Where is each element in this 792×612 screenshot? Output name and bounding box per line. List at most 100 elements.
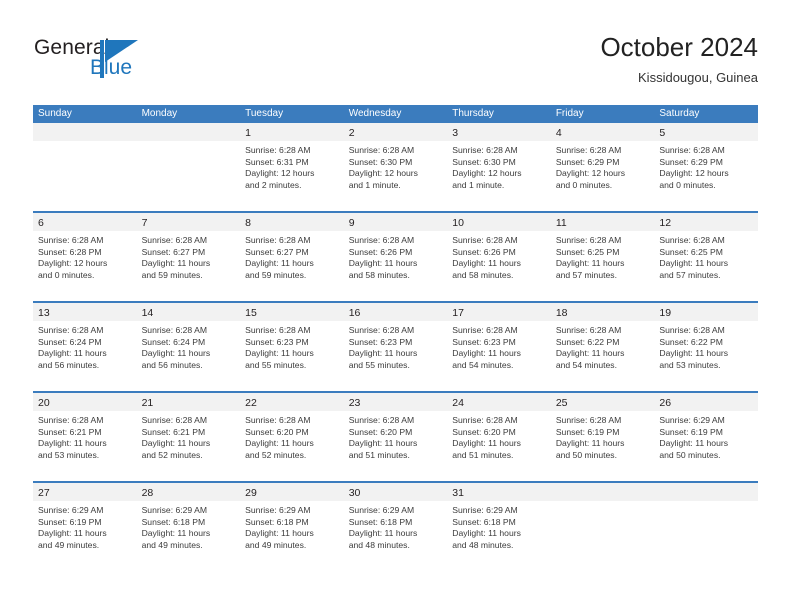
sunrise-text: Sunrise: 6:28 AM [452,415,518,425]
sunset-text: Sunset: 6:20 PM [348,426,413,437]
calendar-day-cell[interactable]: 3 Sunrise: 6:28 AM Sunset: 6:30 PM Daylight… [447,123,551,211]
daylight-text: Daylight: 12 hours [452,168,522,179]
day-number: 17 [452,307,464,319]
sunset-text: Sunset: 6:27 PM [141,246,206,257]
calendar-day-cell[interactable]: 23 Sunrise: 6:28 AM Sunset: 6:20 PM Dayligh… [343,393,448,481]
day-number-band: 30 [343,483,448,501]
calendar-day-cell[interactable]: 9 Sunrise: 6:28 AM Sunset: 6:26 PM Daylight… [343,213,448,301]
daylight-text-cont: and 53 minutes. [659,359,721,370]
sunset-text: Sunset: 6:30 PM [452,156,516,167]
daylight-text-cont: and 57 minutes. [659,269,721,280]
calendar-day-cell[interactable]: 22 Sunrise: 6:28 AM Sunset: 6:20 PM Dayligh… [240,393,344,481]
daylight-text: Daylight: 11 hours [245,528,314,539]
sunrise-text: Sunrise: 6:28 AM [38,415,104,425]
day-detail-body: Sunrise: 6:28 AM Sunset: 6:27 PM Daylight:… [137,231,241,281]
day-detail-body: Sunrise: 6:28 AM Sunset: 6:29 PM Daylight:… [551,141,655,191]
sunrise-text: Sunrise: 6:28 AM [245,145,311,155]
calendar-day-cell[interactable]: 30 Sunrise: 6:29 AM Sunset: 6:18 PM Dayligh… [343,483,448,571]
day-number-band: 27 [33,483,137,501]
day-number: 5 [659,127,666,139]
sunset-text: Sunset: 6:23 PM [348,336,413,347]
day-number-band: 14 [136,303,241,321]
calendar-day-cell[interactable]: 8 Sunrise: 6:28 AM Sunset: 6:27 PM Daylight… [240,213,344,301]
daylight-text: Daylight: 11 hours [555,438,625,449]
calendar-day-cell[interactable]: 26 Sunrise: 6:29 AM Sunset: 6:19 PM Dayligh… [654,393,758,481]
day-number: 19 [659,307,672,319]
calendar-day-cell[interactable]: 18 Sunrise: 6:28 AM Sunset: 6:22 PM Dayligh… [550,303,655,391]
calendar-day-cell[interactable]: 17 Sunrise: 6:28 AM Sunset: 6:23 PM Dayligh… [447,303,551,391]
day-detail-body: Sunrise: 6:28 AM Sunset: 6:25 PM Daylight:… [551,231,655,281]
calendar-day-cell[interactable]: 11 Sunrise: 6:28 AM Sunset: 6:25 PM Dayligh… [550,213,655,301]
sunset-text: Sunset: 6:30 PM [348,156,413,167]
calendar-day-cell[interactable]: 1 Sunrise: 6:28 AM Sunset: 6:31 PM Daylight… [240,123,344,211]
calendar-day-cell[interactable]: 25 Sunrise: 6:28 AM Sunset: 6:19 PM Dayligh… [550,393,655,481]
calendar-day-cell[interactable]: 14 Sunrise: 6:28 AM Sunset: 6:24 PM Dayligh… [136,303,241,391]
sunrise-text: Sunrise: 6:28 AM [452,325,518,335]
sunset-text: Sunset: 6:24 PM [141,336,206,347]
sunrise-text: Sunrise: 6:29 AM [659,415,725,425]
sunrise-text: Sunrise: 6:29 AM [141,505,208,515]
sunset-text: Sunset: 6:29 PM [555,156,620,167]
calendar-day-cell[interactable]: 2 Sunrise: 6:28 AM Sunset: 6:30 PM Daylight… [343,123,448,211]
calendar-day-cell[interactable]: 19 Sunrise: 6:28 AM Sunset: 6:22 PM Dayligh… [654,303,758,391]
calendar-day-cell[interactable]: 24 Sunrise: 6:28 AM Sunset: 6:20 PM Dayligh… [447,393,551,481]
calendar-day-cell[interactable]: 10 Sunrise: 6:28 AM Sunset: 6:26 PM Dayligh… [447,213,551,301]
calendar-day-cell[interactable]: 7 Sunrise: 6:28 AM Sunset: 6:27 PM Daylight… [136,213,241,301]
day-number-band: 24 [447,393,551,411]
sunrise-text: Sunrise: 6:29 AM [245,505,311,515]
calendar-day-cell[interactable]: 20 Sunrise: 6:28 AM Sunset: 6:21 PM Dayligh… [33,393,137,481]
calendar-day-cell[interactable]: 29 Sunrise: 6:29 AM Sunset: 6:18 PM Dayligh… [240,483,344,571]
calendar-day-cell[interactable]: 21 Sunrise: 6:28 AM Sunset: 6:21 PM Dayligh… [136,393,241,481]
calendar-week-row: 20 Sunrise: 6:28 AM Sunset: 6:21 PM Dayligh… [33,391,758,481]
day-number: 7 [141,217,148,229]
daylight-text: Daylight: 11 hours [245,438,314,449]
sunrise-text: Sunrise: 6:28 AM [659,325,725,335]
sunset-text: Sunset: 6:19 PM [38,516,102,527]
calendar-day-cell[interactable]: 15 Sunrise: 6:28 AM Sunset: 6:23 PM Dayligh… [240,303,344,391]
sunset-text: Sunset: 6:18 PM [348,516,413,527]
day-detail-body: Sunrise: 6:28 AM Sunset: 6:20 PM Daylight:… [344,411,448,461]
daylight-text-cont: and 58 minutes. [452,269,514,280]
day-detail-body: Sunrise: 6:28 AM Sunset: 6:21 PM Daylight:… [33,411,137,461]
calendar-day-cell[interactable]: 28 Sunrise: 6:29 AM Sunset: 6:18 PM Dayligh… [136,483,241,571]
sunset-text: Sunset: 6:23 PM [452,336,516,347]
day-number-band: 28 [136,483,241,501]
sunrise-text: Sunrise: 6:28 AM [245,415,311,425]
day-detail-body: Sunrise: 6:28 AM Sunset: 6:20 PM Daylight:… [447,411,551,461]
location-subtitle: Kissidougou, Guinea [638,70,758,85]
day-number: 6 [38,217,44,229]
day-number: 4 [555,127,562,139]
daylight-text-cont: and 51 minutes. [452,449,514,460]
sunrise-text: Sunrise: 6:28 AM [659,145,725,155]
calendar-day-cell[interactable]: 16 Sunrise: 6:28 AM Sunset: 6:23 PM Dayligh… [343,303,448,391]
sunset-text: Sunset: 6:24 PM [38,336,102,347]
general-blue-logo: General Blue [34,36,184,88]
day-number-band: 12 [654,213,758,231]
calendar-day-cell[interactable]: 31 Sunrise: 6:29 AM Sunset: 6:18 PM Dayligh… [447,483,551,571]
weekday-header-wednesday: Wednesday [348,108,402,119]
sunset-text: Sunset: 6:21 PM [38,426,102,437]
day-number: 14 [141,307,154,319]
calendar-day-cell[interactable]: 4 Sunrise: 6:28 AM Sunset: 6:29 PM Daylight… [550,123,655,211]
calendar-grid: Sunday Monday Tuesday Wednesday Thursday Frid… [33,105,758,571]
calendar-day-cell[interactable]: 12 Sunrise: 6:28 AM Sunset: 6:25 PM Dayligh… [654,213,758,301]
calendar-day-cell[interactable]: 6 Sunrise: 6:28 AM Sunset: 6:28 PM Daylight… [33,213,137,301]
day-number: 2 [348,127,355,139]
day-number-band: 8 [240,213,344,231]
calendar-day-cell[interactable]: 5 Sunrise: 6:28 AM Sunset: 6:29 PM Daylight… [654,123,758,211]
calendar-day-cell[interactable]: 27 Sunrise: 6:29 AM Sunset: 6:19 PM Dayligh… [33,483,137,571]
day-detail-body: Sunrise: 6:28 AM Sunset: 6:24 PM Daylight:… [33,321,137,371]
sunset-text: Sunset: 6:26 PM [452,246,516,257]
sunset-text: Sunset: 6:18 PM [141,516,206,527]
day-detail-body: Sunrise: 6:28 AM Sunset: 6:31 PM Daylight:… [240,141,344,191]
weekday-header-thursday: Thursday [452,108,494,119]
calendar-day-cell[interactable]: 13 Sunrise: 6:28 AM Sunset: 6:24 PM Dayligh… [33,303,137,391]
day-detail-body: Sunrise: 6:28 AM Sunset: 6:22 PM Daylight:… [654,321,758,371]
title-block: October 2024 Kissidougou, Guinea [600,30,758,88]
calendar-week-row: 27 Sunrise: 6:29 AM Sunset: 6:19 PM Dayligh… [33,481,758,571]
daylight-text: Daylight: 12 hours [659,168,729,179]
day-number: 12 [659,217,672,229]
daylight-text-cont: and 48 minutes. [452,539,514,550]
day-number: 21 [141,397,154,409]
sunrise-text: Sunrise: 6:28 AM [245,235,311,245]
